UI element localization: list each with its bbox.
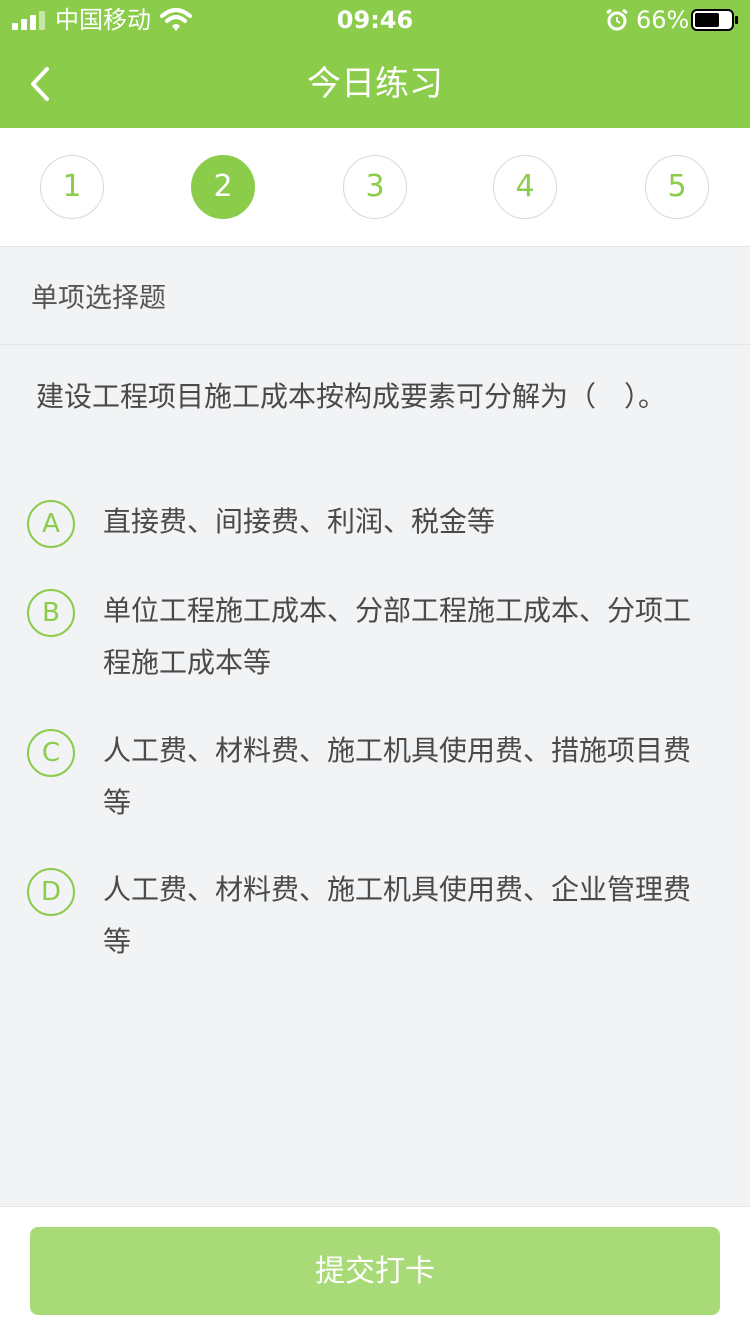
step-1[interactable]: 1 bbox=[40, 155, 104, 219]
battery-icon bbox=[691, 9, 738, 31]
option-a-text[interactable]: 直接费、间接费、利润、税金等 bbox=[103, 496, 713, 548]
battery-percent: 66% bbox=[636, 6, 690, 34]
step-3[interactable]: 3 bbox=[343, 155, 407, 219]
chevron-left-icon[interactable] bbox=[16, 60, 64, 108]
step-2-active[interactable]: 2 bbox=[191, 155, 255, 219]
option-c-text[interactable]: 人工费、材料费、施工机具使用费、措施项目费等 bbox=[103, 725, 713, 829]
question-text: 建设工程项目施工成本按构成要素可分解为（ ）。 bbox=[36, 380, 667, 413]
step-5[interactable]: 5 bbox=[645, 155, 709, 219]
nav-bar: 今日练习 bbox=[0, 40, 750, 128]
carrier-name: 中国移动 bbox=[55, 6, 151, 34]
alarm-icon bbox=[606, 8, 628, 31]
option-d-circle[interactable]: D bbox=[27, 868, 75, 916]
wifi-icon bbox=[160, 8, 192, 31]
question-type-header: 单项选择题 bbox=[0, 247, 750, 345]
app-header: 中国移动 09:46 66% 今日练习 bbox=[0, 0, 750, 128]
submit-checkin-button[interactable]: 提交打卡 bbox=[30, 1227, 720, 1315]
option-d-text[interactable]: 人工费、材料费、施工机具使用费、企业管理费等 bbox=[103, 864, 713, 968]
page-title: 今日练习 bbox=[307, 64, 443, 104]
option-c-circle[interactable]: C bbox=[27, 729, 75, 777]
signal-icon bbox=[12, 11, 45, 30]
question-step-bar: 1 2 3 4 5 bbox=[0, 128, 750, 247]
step-4[interactable]: 4 bbox=[493, 155, 557, 219]
option-b-text[interactable]: 单位工程施工成本、分部工程施工成本、分项工程施工成本等 bbox=[103, 585, 713, 689]
option-a-circle[interactable]: A bbox=[27, 500, 75, 548]
option-b-circle[interactable]: B bbox=[27, 589, 75, 637]
footer-bar: 提交打卡 bbox=[0, 1206, 750, 1335]
question-type-label: 单项选择题 bbox=[31, 283, 166, 314]
status-bar: 中国移动 09:46 66% bbox=[0, 0, 750, 40]
